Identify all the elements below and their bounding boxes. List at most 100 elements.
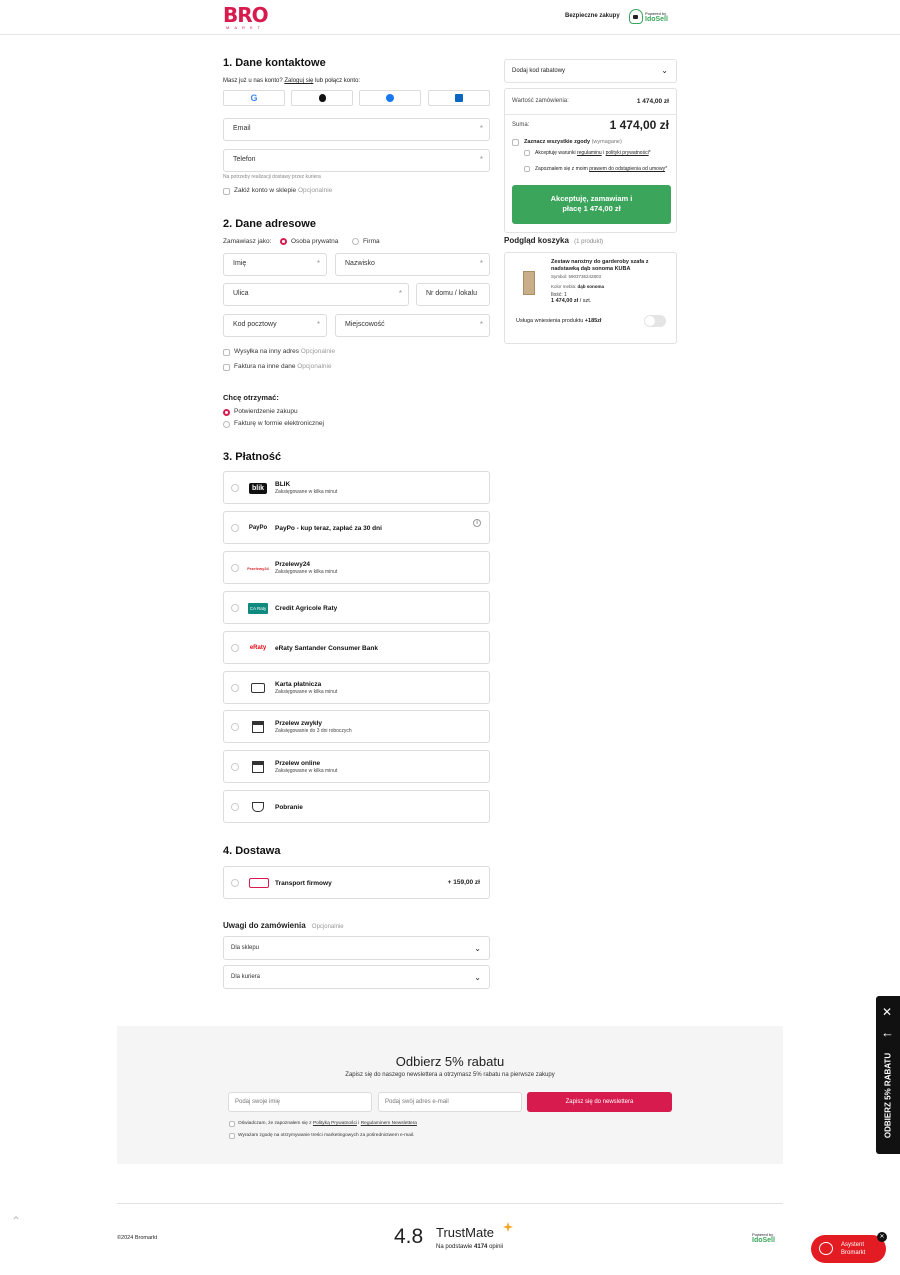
bromarkt-logo[interactable]: BRO MARKT — [223, 5, 269, 30]
place-order-button[interactable]: Akceptuję, zamawiam i płacę 1 474,00 zł — [512, 185, 671, 224]
city-placeholder: Miejscowość — [345, 321, 385, 328]
private-person-label: Osoba prywatna — [291, 238, 339, 245]
assistant-chat-button[interactable]: Asystent Bromarkt — [811, 1235, 886, 1263]
payment-name: Pobranie — [275, 804, 303, 811]
payment-option-transfer[interactable]: Przelew zwykły Zaksięgowanie do 3 dni ro… — [223, 710, 490, 743]
payment-radio[interactable] — [231, 564, 239, 572]
payment-radio[interactable] — [231, 604, 239, 612]
house-number-placeholder: Nr domu / lokalu — [426, 290, 477, 297]
payment-name: Przelew online — [275, 760, 321, 767]
payment-radio[interactable] — [231, 524, 239, 532]
apple-login-button[interactable] — [291, 90, 353, 106]
arrow-left-icon[interactable]: ← — [881, 1026, 894, 1039]
street-field[interactable]: Ulica * — [223, 283, 409, 306]
consent1-and: i — [358, 1121, 360, 1126]
payment-radio[interactable] — [231, 763, 239, 771]
discount-side-tab[interactable]: ✕ ← ODBIERZ 5% RABATU — [876, 996, 900, 1154]
other-shipping-checkbox[interactable] — [223, 349, 230, 356]
bank-transfer-icon — [246, 719, 270, 735]
facebook-login-button[interactable] — [359, 90, 421, 106]
newsletter-rules-link[interactable]: Regulaminem Newslettera — [361, 1121, 417, 1126]
chat-bubble-icon — [819, 1242, 833, 1255]
notes-courier-dropdown[interactable]: Dla kuriera ⌄ — [223, 965, 490, 989]
required-mark: * — [479, 124, 483, 133]
payment-radio[interactable] — [231, 723, 239, 731]
color-value: dąb sonoma — [577, 284, 605, 289]
first-name-field[interactable]: Imię * — [223, 253, 327, 276]
postal-code-field[interactable]: Kod pocztowy * — [223, 314, 327, 337]
footer-divider — [117, 1203, 783, 1204]
withdraw-checkbox[interactable] — [524, 166, 530, 172]
payment-option-credit-agricole[interactable]: CA Raty Credit Agricole Raty — [223, 591, 490, 624]
payment-radio[interactable] — [231, 803, 239, 811]
required-mark: * — [479, 259, 483, 268]
product-price: 1 474,00 zł / szt. — [551, 298, 591, 304]
all-consents-checkbox[interactable] — [512, 139, 519, 146]
purchase-confirmation-label: Potwierdzenie zakupu — [234, 408, 298, 415]
withdraw-label: Zapoznałem się z moim prawem do odstąpie… — [535, 166, 673, 172]
newsletter-title: Odbierz 5% rabatu — [395, 1054, 505, 1069]
payment-radio[interactable] — [231, 484, 239, 492]
product-name[interactable]: Zestaw narożny do garderoby szafa z nads… — [551, 259, 671, 272]
phone-field[interactable]: Telefon * — [223, 149, 490, 172]
newsletter-marketing-checkbox[interactable] — [229, 1133, 235, 1139]
review-count: 4174 — [474, 1244, 488, 1250]
withdraw-pre: Zapoznałem się z moim — [535, 166, 588, 172]
cart-preview-title: Podgląd koszyka (1 produkt) — [504, 236, 603, 245]
payment-option-paypo[interactable]: PayPo PayPo - kup teraz, zapłać za 30 dn… — [223, 511, 490, 544]
required-mark: * — [479, 320, 483, 329]
google-login-button[interactable]: G — [223, 90, 285, 106]
payment-radio[interactable] — [231, 644, 239, 652]
notes-shop-dropdown[interactable]: Dla sklepu ⌄ — [223, 936, 490, 960]
privacy-link[interactable]: polityki prywatności — [606, 150, 649, 156]
other-invoice-checkbox[interactable] — [223, 364, 230, 371]
create-account-checkbox[interactable] — [223, 188, 230, 195]
assistant-close-icon[interactable]: ✕ — [877, 1232, 887, 1242]
payment-option-cash-on-delivery[interactable]: Pobranie — [223, 790, 490, 823]
payment-radio[interactable] — [231, 684, 239, 692]
privacy-policy-link[interactable]: Polityką Prywatności — [313, 1121, 357, 1126]
city-field[interactable]: Miejscowość * — [335, 314, 490, 337]
discount-code-dropdown[interactable]: Dodaj kod rabatowy ⌄ — [504, 59, 677, 83]
info-icon[interactable]: i — [473, 519, 481, 527]
close-icon[interactable]: ✕ — [882, 1006, 892, 1018]
payment-option-online-transfer[interactable]: Przelew online Zaksięgowane w kilka minu… — [223, 750, 490, 783]
login-prompt: Masz już u nas konto? Zaloguj się lub po… — [223, 78, 360, 84]
last-name-field[interactable]: Nazwisko * — [335, 253, 490, 276]
newsletter-name-input[interactable]: Podaj swoje imię — [228, 1092, 372, 1112]
newsletter-subscribe-button[interactable]: Zapisz się do newslettera — [527, 1092, 672, 1112]
payment-option-eraty[interactable]: eRaty eRaty Santander Consumer Bank — [223, 631, 490, 664]
private-person-radio[interactable] — [280, 238, 287, 245]
idosell-logo[interactable]: IdoSell — [752, 1237, 775, 1244]
cart-count: (1 produkt) — [574, 239, 604, 245]
payment-option-card[interactable]: Karta płatnicza Zaksięgowane w kilka min… — [223, 671, 490, 704]
purchase-confirmation-radio[interactable] — [223, 409, 230, 416]
delivery-radio[interactable] — [231, 879, 239, 887]
consent1-pre: Oświadczam, że zapoznałem się z — [238, 1121, 312, 1126]
carry-service-toggle[interactable] — [644, 315, 666, 327]
required-label: (wymagane) — [591, 139, 622, 145]
linkedin-login-button[interactable] — [428, 90, 490, 106]
payment-option-przelewy24[interactable]: Przelewy24 Przelewy24 Zaksięgowane w kil… — [223, 551, 490, 584]
payment-name: BLIK — [275, 481, 291, 488]
trustmate-logo[interactable]: TrustMate — [436, 1225, 494, 1240]
payment-section-title: 3. Płatność — [223, 451, 282, 463]
scroll-top-icon[interactable]: ⌃ — [8, 1214, 24, 1230]
house-number-field[interactable]: Nr domu / lokalu — [416, 283, 490, 306]
newsletter-email-input[interactable]: Podaj swój adres e-mail — [378, 1092, 522, 1112]
newsletter-privacy-checkbox[interactable] — [229, 1121, 235, 1127]
company-radio[interactable] — [352, 238, 359, 245]
terms-checkbox[interactable] — [524, 150, 530, 156]
delivery-option-company-transport[interactable]: Transport firmowy + 159,00 zł — [223, 866, 490, 899]
delivery-price: + 159,00 zł — [447, 879, 480, 886]
product-image[interactable] — [523, 271, 535, 295]
based-suffix: opinii — [489, 1244, 504, 1250]
terms-link[interactable]: regulaminu — [577, 150, 602, 156]
payment-option-blik[interactable]: blik BLIK Zaksięgowane w kilka minut — [223, 471, 490, 504]
star: * — [648, 150, 651, 156]
email-field[interactable]: Email * — [223, 118, 490, 141]
e-invoice-radio[interactable] — [223, 421, 230, 428]
login-link[interactable]: Zaloguj się — [284, 78, 313, 84]
required-mark: * — [398, 289, 402, 298]
withdraw-link[interactable]: prawem do odstąpienia od umowy — [589, 166, 665, 172]
